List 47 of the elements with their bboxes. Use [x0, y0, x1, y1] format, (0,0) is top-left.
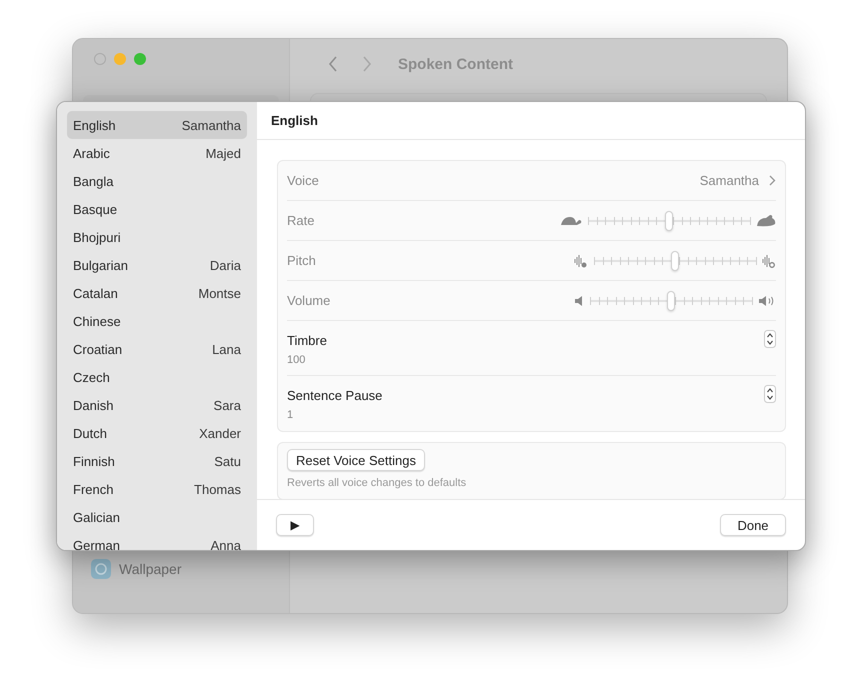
language-item[interactable]: Chinese: [67, 307, 247, 335]
chevron-icon: [769, 175, 776, 186]
language-item[interactable]: Czech: [67, 363, 247, 391]
language-item[interactable]: French Thomas: [67, 475, 247, 503]
panel-title: English: [257, 102, 805, 140]
forward-icon[interactable]: [362, 56, 372, 72]
language-item[interactable]: Finnish Satu: [67, 447, 247, 475]
language-item[interactable]: German Anna: [67, 531, 247, 550]
language-item[interactable]: Dutch Xander: [67, 419, 247, 447]
minimize-light-icon[interactable]: [114, 53, 126, 65]
back-icon[interactable]: [328, 56, 338, 72]
slider-label: Rate: [287, 213, 316, 228]
language-item[interactable]: English Samantha: [67, 111, 247, 139]
slider-label: Volume: [287, 293, 332, 308]
reset-description: Reverts all voice changes to defaults: [287, 477, 468, 489]
reset-voice-settings-button[interactable]: Reset Voice Settings: [287, 449, 425, 471]
slider-label: Pitch: [287, 253, 317, 268]
done-button[interactable]: Done: [720, 514, 786, 536]
slider-track[interactable]: [594, 250, 756, 272]
window-title: Spoken Content: [398, 56, 513, 72]
slider-track[interactable]: [590, 290, 752, 312]
language-item[interactable]: Croatian Lana: [67, 335, 247, 363]
language-item[interactable]: Basque: [67, 195, 247, 223]
slider-track[interactable]: [588, 210, 750, 232]
language-item[interactable]: Catalan Montse: [67, 279, 247, 307]
speaker-low-icon: [574, 294, 584, 306]
play-button[interactable]: ▶: [276, 514, 314, 536]
setting-value: 100: [287, 354, 306, 366]
language-item[interactable]: Galician: [67, 503, 247, 531]
language-item[interactable]: Bhojpuri: [67, 223, 247, 251]
language-item[interactable]: Arabic Majed: [67, 139, 247, 167]
speaker-high-icon: [758, 294, 776, 306]
slider-thumb[interactable]: [667, 290, 675, 310]
high-pitch-icon: [762, 254, 776, 268]
close-light-icon[interactable]: [94, 53, 106, 65]
setting-label: Sentence Pause: [287, 388, 382, 403]
language-item[interactable]: Bulgarian Daria: [67, 251, 247, 279]
stepper[interactable]: [764, 385, 776, 403]
slider-thumb[interactable]: [665, 210, 673, 230]
setting-value: 1: [287, 409, 294, 421]
language-item[interactable]: Bangla: [67, 167, 247, 195]
slider-thumb[interactable]: [671, 250, 679, 270]
low-pitch-icon: [574, 254, 588, 268]
setting-label: Timbre: [287, 333, 327, 348]
zoom-light-icon[interactable]: [134, 53, 146, 65]
language-item[interactable]: Danish Sara: [67, 391, 247, 419]
stepper[interactable]: [764, 330, 776, 348]
